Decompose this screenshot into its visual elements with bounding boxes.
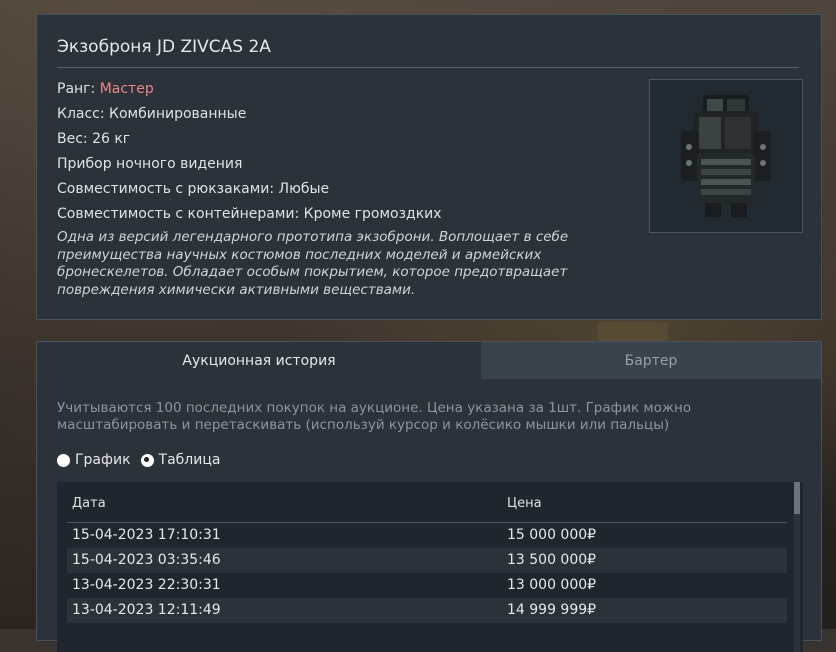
history-note: Учитываются 100 последних покупок на аук… (57, 400, 692, 433)
row-date: 15-04-2023 17:10:31 (72, 527, 221, 543)
radio-table-circle[interactable] (140, 453, 154, 467)
tab-barter[interactable]: Бартер (481, 342, 821, 379)
item-class: Класс: Комбинированные (57, 106, 247, 122)
radio-table-label: Таблица (158, 452, 221, 468)
history-panel: Аукционная история Бартер Учитываются 10… (36, 341, 822, 652)
column-date: Дата (72, 496, 106, 511)
row-date: 13-04-2023 12:11:49 (72, 602, 221, 618)
exoskeleton-armor-icon (681, 95, 771, 217)
table-body: 15-04-2023 17:10:31 15 000 000₽ 15-04-20… (67, 523, 787, 623)
radio-chart-label: График (75, 452, 131, 468)
scrollbar-thumb[interactable] (794, 482, 800, 514)
rank-value: Мастер (99, 81, 154, 97)
view-switch: График Таблица (57, 452, 230, 468)
backpack-compat: Совместимость с рюкзаками: Любые (57, 181, 330, 197)
table-header: Дата Цена (67, 482, 787, 523)
item-properties: Ранг: Мастер Класс: Комбинированные Вес:… (57, 79, 617, 299)
title-divider (57, 67, 799, 68)
item-description: Одна из версий легендарного прототипа эк… (57, 229, 569, 298)
item-image (649, 79, 803, 233)
item-rank: Ранг: Мастер (57, 79, 617, 104)
tab-auction-history[interactable]: Аукционная история (37, 342, 481, 379)
item-feature: Прибор ночного видения (57, 156, 243, 172)
price-table: Дата Цена 15-04-2023 17:10:31 15 000 000… (57, 482, 803, 652)
column-price: Цена (507, 496, 542, 511)
rank-label: Ранг: (57, 81, 100, 97)
table-row: 13-04-2023 22:30:31 13 000 000₽ (67, 573, 787, 598)
table-row: 15-04-2023 03:35:46 13 500 000₽ (67, 548, 787, 573)
row-date: 15-04-2023 03:35:46 (72, 552, 221, 568)
radio-chart[interactable]: График (57, 452, 131, 468)
row-price: 14 999 999₽ (507, 602, 597, 618)
table-scrollbar[interactable] (794, 482, 800, 652)
item-title: Экзоброня JD ZIVCAS 2A (57, 37, 271, 57)
radio-chart-circle[interactable] (57, 453, 70, 467)
item-weight: Вес: 26 кг (57, 131, 131, 147)
table-row: 15-04-2023 17:10:31 15 000 000₽ (67, 523, 787, 548)
row-price: 13 500 000₽ (507, 552, 597, 568)
row-price: 15 000 000₽ (507, 527, 597, 543)
table-row: 13-04-2023 12:11:49 14 999 999₽ (67, 598, 787, 623)
item-card: Экзоброня JD ZIVCAS 2A Ранг: Мастер Клас… (36, 14, 822, 320)
radio-table[interactable]: Таблица (140, 452, 221, 468)
tab-bar: Аукционная история Бартер (37, 342, 821, 379)
container-compat: Совместимость с контейнерами: Кроме гром… (57, 206, 442, 222)
row-date: 13-04-2023 22:30:31 (72, 577, 221, 593)
row-price: 13 000 000₽ (507, 577, 597, 593)
